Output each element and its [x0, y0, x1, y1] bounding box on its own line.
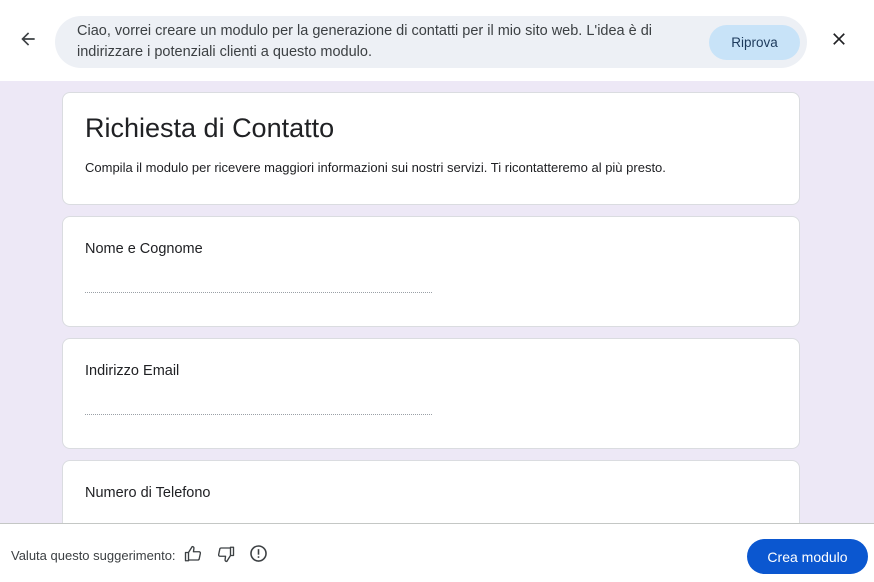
- top-bar: Ciao, vorrei creare un modulo per la gen…: [0, 0, 874, 81]
- thumbs-up-button[interactable]: [182, 545, 204, 567]
- close-icon: [829, 29, 849, 54]
- thumbs-down-button[interactable]: [215, 545, 237, 567]
- answer-field[interactable]: [85, 414, 432, 415]
- report-icon: [249, 544, 268, 568]
- form-header-card: Richiesta di Contatto Compila il modulo …: [62, 92, 800, 205]
- question-card-phone: Numero di Telefono: [62, 460, 800, 523]
- back-button[interactable]: [14, 27, 42, 55]
- report-button[interactable]: [247, 545, 269, 567]
- question-label: Nome e Cognome: [85, 241, 203, 257]
- form-preview-area: Richiesta di Contatto Compila il modulo …: [0, 81, 874, 523]
- prompt-text: Ciao, vorrei creare un modulo per la gen…: [77, 23, 653, 60]
- create-form-button[interactable]: Crea modulo: [747, 539, 868, 574]
- question-label: Numero di Telefono: [85, 485, 211, 501]
- retry-button[interactable]: Riprova: [709, 25, 800, 60]
- question-label: Indirizzo Email: [85, 363, 180, 379]
- footer-bar: Valuta questo suggerimento: Crea modulo: [0, 523, 874, 582]
- rate-suggestion-label: Valuta questo suggerimento:: [11, 548, 176, 563]
- close-button[interactable]: [825, 27, 853, 55]
- arrow-left-icon: [18, 29, 38, 54]
- form-title: Richiesta di Contatto: [85, 113, 335, 143]
- thumbs-down-icon: [217, 545, 235, 568]
- form-description: Compila il modulo per ricevere maggiori …: [85, 160, 666, 175]
- answer-field[interactable]: [85, 292, 432, 293]
- thumbs-up-icon: [184, 545, 202, 568]
- prompt-pill: Ciao, vorrei creare un modulo per la gen…: [55, 16, 807, 68]
- question-card-email: Indirizzo Email: [62, 338, 800, 449]
- question-card-name: Nome e Cognome: [62, 216, 800, 327]
